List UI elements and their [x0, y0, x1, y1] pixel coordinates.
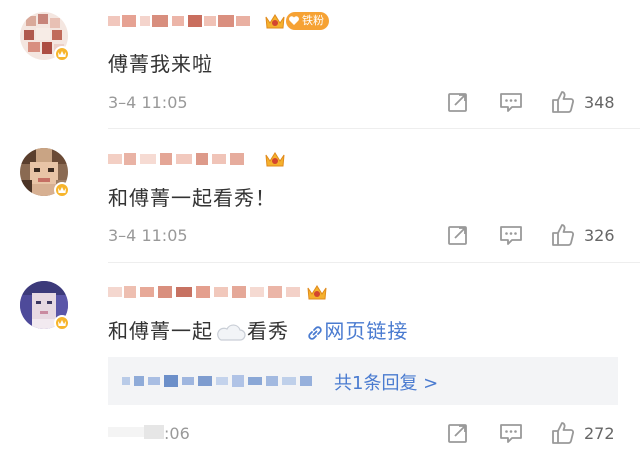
comment-time: 3–4 11:05 [108, 226, 188, 245]
avatar[interactable] [20, 12, 72, 64]
comment-icon[interactable] [498, 223, 524, 247]
username-blurred[interactable] [108, 283, 304, 301]
comment-item: 铁粉 傅菁我来啦 3–4 11:05 348 [0, 0, 640, 128]
comment-text: 和傅菁一起看秀！ [108, 186, 276, 210]
like-count: 326 [584, 226, 615, 245]
heart-icon [289, 16, 299, 25]
vip-badge-icon [54, 315, 70, 331]
share-icon[interactable] [446, 223, 470, 247]
avatar[interactable] [20, 281, 72, 333]
cloud-emoji-icon [217, 323, 246, 341]
crown-icon [265, 152, 285, 167]
avatar[interactable] [20, 148, 72, 200]
comment-icon[interactable] [498, 90, 524, 114]
comment-item: 和傅菁一起看秀！ 3–4 11:05 326 [0, 129, 640, 261]
vip-badge-icon [54, 182, 70, 198]
comment-item: 和傅菁一起 看秀 网页链接 共1条回复 > :06 272 [0, 263, 640, 460]
link-icon[interactable] [306, 324, 324, 342]
like-count: 348 [584, 93, 615, 112]
comment-text: 和傅菁一起 看秀 网页链接 [108, 315, 408, 344]
crown-icon [307, 285, 327, 300]
comment-text: 傅菁我来啦 [108, 52, 213, 76]
like-icon[interactable] [550, 89, 576, 115]
like-count: 272 [584, 424, 615, 443]
share-icon[interactable] [446, 421, 470, 445]
reply-count-link[interactable]: 共1条回复 > [334, 369, 438, 395]
reply-preview[interactable]: 共1条回复 > [108, 357, 618, 405]
comment-text-part: 和傅菁一起 [108, 319, 213, 343]
crown-icon [265, 14, 285, 29]
timestamp-blurred [108, 425, 164, 439]
like-icon[interactable] [550, 222, 576, 248]
username-blurred[interactable] [108, 150, 258, 168]
vip-badge-icon [54, 46, 70, 62]
fan-badge: 铁粉 [286, 12, 329, 30]
comment-time: 3–4 11:05 [108, 93, 188, 112]
share-icon[interactable] [446, 90, 470, 114]
comment-text-part: 看秀 [247, 319, 289, 343]
reply-author-blurred [122, 375, 312, 387]
comment-time: :06 [164, 424, 190, 443]
comment-icon[interactable] [498, 421, 524, 445]
like-icon[interactable] [550, 420, 576, 446]
username-blurred[interactable] [108, 12, 258, 30]
fan-badge-label: 铁粉 [302, 14, 324, 27]
web-link[interactable]: 网页链接 [324, 319, 408, 343]
